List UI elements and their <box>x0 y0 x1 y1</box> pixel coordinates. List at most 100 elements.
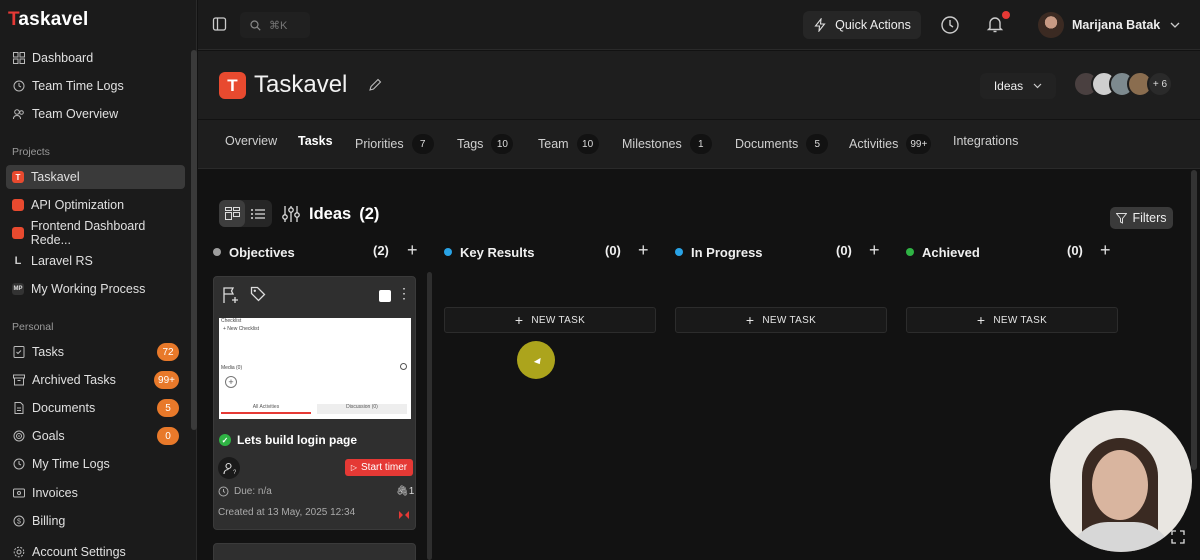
sidebar-item-label: Invoices <box>32 486 78 500</box>
task-title[interactable]: ✓ Lets build login page <box>219 433 357 447</box>
column-header-key-results: Key Results <box>444 243 534 261</box>
milestone-flag-icon[interactable] <box>222 286 240 304</box>
view-toggle <box>219 200 272 227</box>
sliders-icon[interactable] <box>281 204 301 224</box>
lightning-icon <box>813 18 827 32</box>
sidebar-project-my-working-process[interactable]: MP My Working Process <box>6 277 185 301</box>
column-count: (0) <box>1067 243 1083 258</box>
sidebar-item-dashboard[interactable]: Dashboard <box>6 46 185 70</box>
sidebar-item-my-time-logs[interactable]: My Time Logs <box>6 452 185 476</box>
board-count: (2) <box>359 205 380 223</box>
sidebar-item-label: My Time Logs <box>32 457 110 471</box>
sidebar-item-account-settings[interactable]: Account Settings <box>6 540 185 560</box>
task-select-checkbox[interactable] <box>379 290 391 302</box>
column-header-achieved: Achieved <box>906 243 980 261</box>
tab-count: 10 <box>491 134 514 154</box>
sidebar-project-taskavel[interactable]: T Taskavel <box>6 165 185 189</box>
sidebar-item-team-overview[interactable]: Team Overview <box>6 102 185 126</box>
board-view-icon[interactable] <box>219 200 245 227</box>
created-at: Created at 13 May, 2025 12:34 <box>218 507 356 518</box>
sidebar-item-label: Billing <box>32 514 66 528</box>
funnel-icon <box>1116 212 1128 224</box>
sidebar-item-documents[interactable]: Documents 5 <box>6 396 185 420</box>
priority-flag-icon <box>398 507 410 519</box>
checklist-icon <box>12 346 25 359</box>
start-timer-button[interactable]: ▷ Start timer <box>345 459 413 476</box>
tag-icon[interactable] <box>250 286 266 302</box>
task-card[interactable]: ⋮ Checklist + New Checklist Media (0) + … <box>213 276 416 530</box>
add-task-plus-icon[interactable]: + <box>1100 240 1111 261</box>
tab-overview[interactable]: Overview <box>225 134 277 148</box>
project-logo-icon <box>12 199 24 211</box>
user-menu[interactable]: Marijana Batak <box>1038 12 1180 38</box>
view-select[interactable]: Ideas <box>980 73 1056 99</box>
assign-user-icon[interactable]: ? <box>218 457 240 479</box>
tab-activities[interactable]: Activities 99+ <box>849 134 932 154</box>
column-count: (0) <box>836 243 852 258</box>
tab-tasks[interactable]: Tasks <box>298 134 333 148</box>
search-icon <box>250 19 261 31</box>
add-task-plus-icon[interactable]: + <box>638 240 649 261</box>
sidebar-item-label: Frontend Dashboard Rede... <box>30 219 146 247</box>
play-icon: ▷ <box>350 463 358 472</box>
goals-count-badge: 0 <box>157 427 179 445</box>
task-card[interactable] <box>213 543 416 560</box>
tab-documents[interactable]: Documents 5 <box>735 134 829 154</box>
list-view-icon[interactable] <box>245 200 271 227</box>
search-input[interactable]: ⌘K <box>240 12 310 38</box>
filters-button[interactable]: Filters <box>1110 207 1173 229</box>
sidebar: Taskavel Dashboard Team Time Logs Team O… <box>0 0 197 560</box>
gear-icon <box>12 546 25 559</box>
sidebar-item-archived-tasks[interactable]: Archived Tasks 99+ <box>6 368 185 392</box>
add-task-plus-icon[interactable]: + <box>869 240 880 261</box>
sidebar-project-laravel-rs[interactable]: L Laravel RS <box>6 249 185 273</box>
sidebar-scrollbar[interactable] <box>191 50 197 430</box>
tab-priorities[interactable]: Priorities 7 <box>355 134 434 154</box>
more-vertical-icon[interactable]: ⋮ <box>397 285 411 302</box>
history-clock-icon[interactable] <box>940 15 960 35</box>
sidebar-item-tasks[interactable]: Tasks 72 <box>6 340 185 364</box>
sidebar-item-billing[interactable]: $ Billing <box>6 509 185 533</box>
sidebar-item-label: Archived Tasks <box>32 373 116 387</box>
add-task-plus-icon[interactable]: + <box>407 240 418 261</box>
tab-integrations[interactable]: Integrations <box>953 134 1018 148</box>
users-icon <box>12 108 25 121</box>
task-preview-image: Checklist + New Checklist Media (0) + Al… <box>219 318 411 419</box>
new-task-button[interactable]: + NEW TASK <box>444 307 656 333</box>
tab-tags[interactable]: Tags 10 <box>457 134 514 154</box>
tab-team[interactable]: Team 10 <box>538 134 599 154</box>
sidebar-item-label: Team Time Logs <box>32 79 124 93</box>
app-logo[interactable]: Taskavel <box>8 9 89 31</box>
new-task-button[interactable]: + NEW TASK <box>675 307 887 333</box>
tab-milestones[interactable]: Milestones 1 <box>622 134 712 154</box>
sidebar-toggle-icon[interactable] <box>212 16 228 32</box>
svg-text:?: ? <box>233 470 236 475</box>
pencil-icon[interactable] <box>368 78 382 92</box>
page-scrollbar[interactable] <box>1191 170 1197 470</box>
clock-icon <box>218 486 229 497</box>
chevron-down-icon <box>1033 83 1042 89</box>
chevron-down-icon <box>1170 22 1180 28</box>
view-select-value: Ideas <box>993 79 1024 93</box>
column-scrollbar[interactable] <box>427 272 432 560</box>
tab-count: 10 <box>576 134 599 154</box>
sidebar-project-api-optimization[interactable]: API Optimization <box>6 193 185 217</box>
project-logo-icon: T <box>12 171 24 183</box>
document-icon <box>12 402 25 415</box>
quick-actions-button[interactable]: Quick Actions <box>803 11 921 39</box>
sidebar-item-team-time-logs[interactable]: Team Time Logs <box>6 74 185 98</box>
sidebar-item-label: Documents <box>32 401 96 415</box>
sidebar-item-invoices[interactable]: Invoices <box>6 481 185 505</box>
documents-count-badge: 5 <box>157 399 179 417</box>
sidebar-project-frontend-dashboard[interactable]: Frontend Dashboard Rede... <box>6 219 185 247</box>
laravel-icon: L <box>14 255 22 267</box>
sidebar-item-goals[interactable]: Goals 0 <box>6 424 185 448</box>
project-logo-icon <box>12 227 24 239</box>
expand-icon[interactable] <box>1171 530 1185 544</box>
new-task-button[interactable]: + NEW TASK <box>906 307 1118 333</box>
clock-icon <box>12 458 25 471</box>
target-icon <box>12 430 25 443</box>
archive-icon <box>12 374 25 387</box>
grid-icon <box>12 52 25 65</box>
project-members[interactable]: + 6 <box>1073 71 1173 97</box>
